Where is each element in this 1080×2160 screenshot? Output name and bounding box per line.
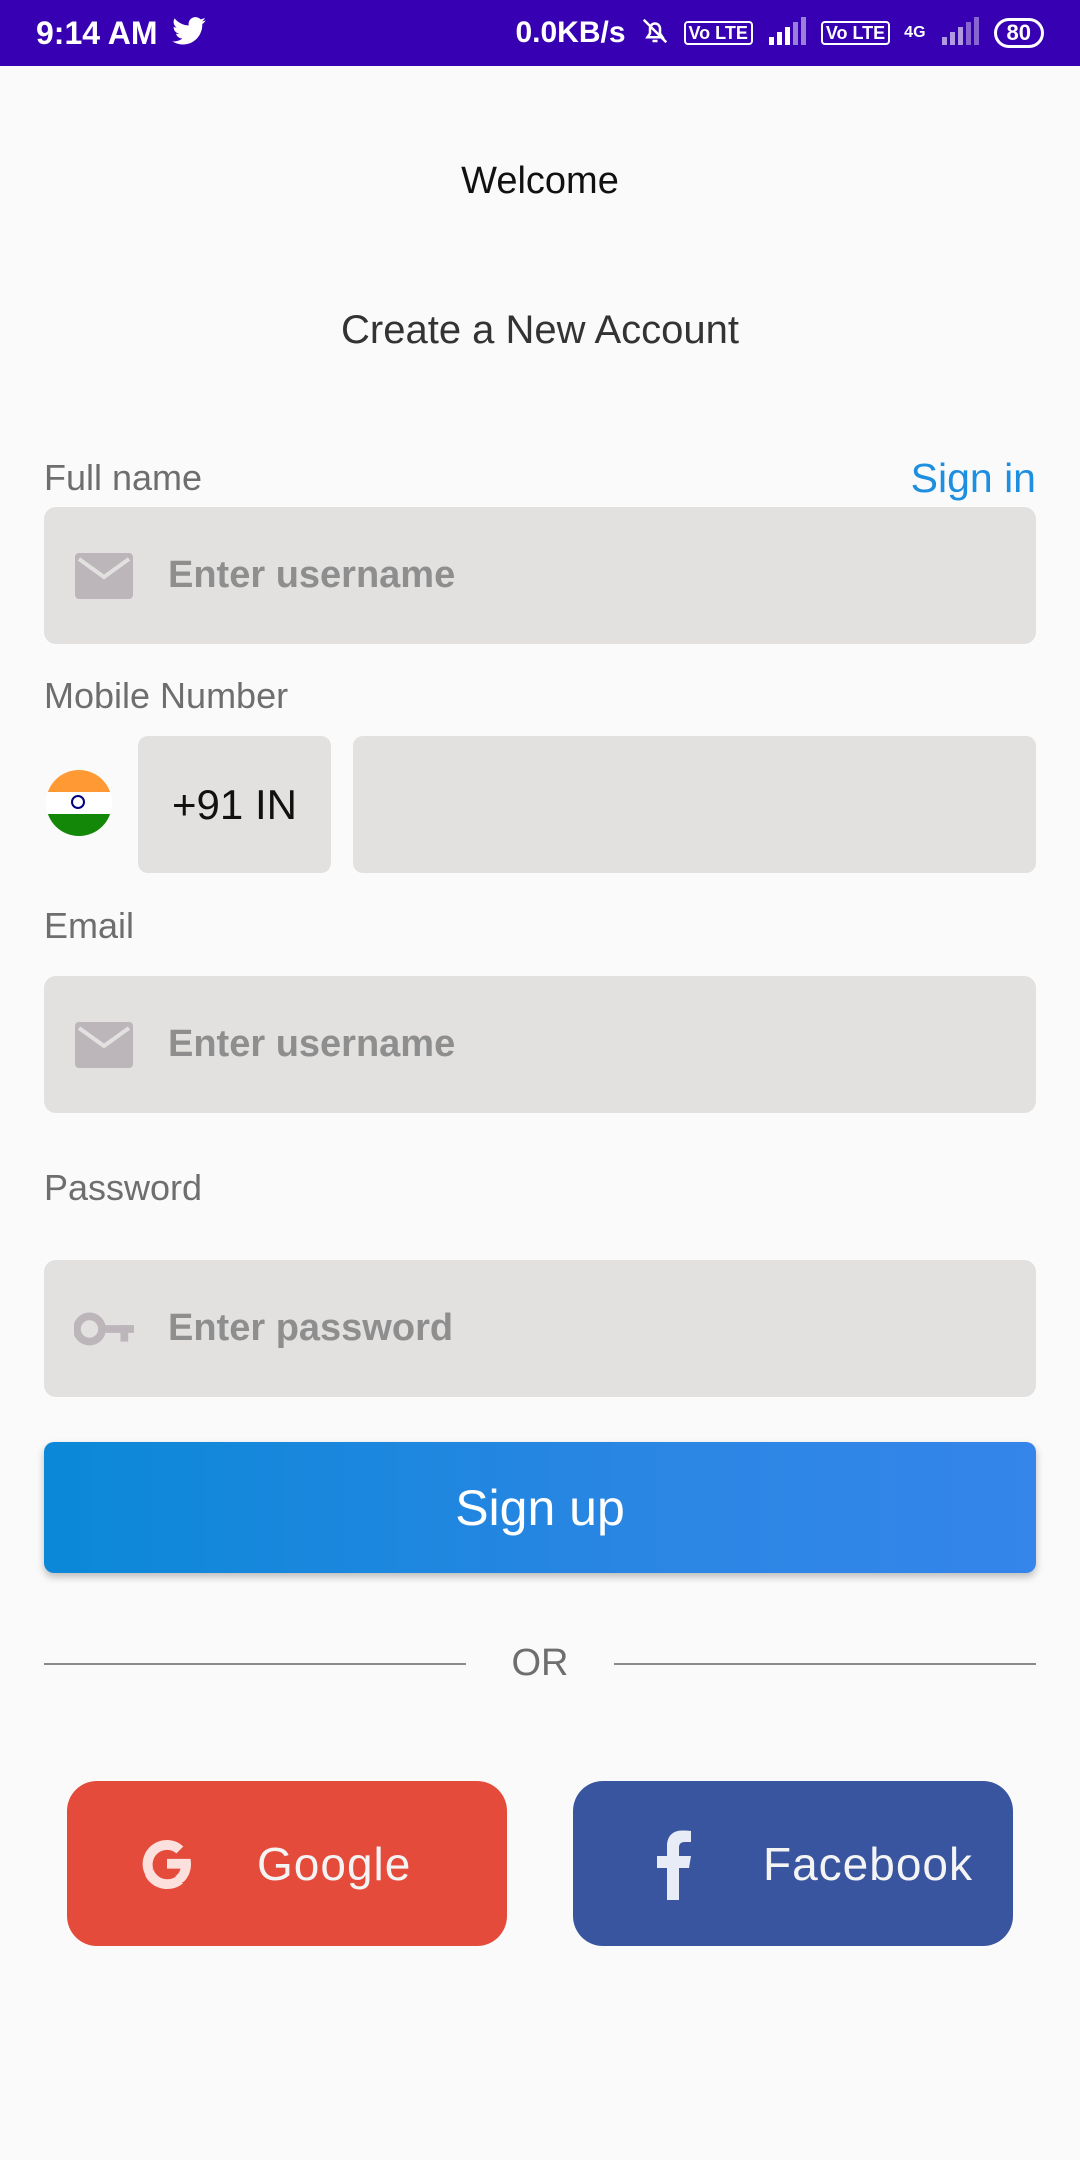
mail-icon xyxy=(74,1015,134,1075)
status-bar-right: 0.0KB/s Vo LTE Vo LTE 4G 80 xyxy=(515,16,1044,51)
full-name-label: Full name xyxy=(44,457,203,498)
google-icon xyxy=(127,1831,207,1897)
google-label: Google xyxy=(257,1837,412,1890)
email-field[interactable] xyxy=(44,975,1036,1114)
country-code-selector[interactable]: +91 IN xyxy=(138,736,331,873)
twitter-icon xyxy=(171,16,206,50)
email-input[interactable] xyxy=(166,975,1036,1114)
country-code-text: +91 IN xyxy=(172,780,297,828)
full-name-input[interactable] xyxy=(166,506,1036,645)
facebook-icon xyxy=(633,1828,713,1900)
sign-in-link[interactable]: Sign in xyxy=(911,455,1036,502)
sign-up-button[interactable]: Sign up xyxy=(44,1442,1036,1573)
mobile-number-input[interactable] xyxy=(353,736,1036,873)
mail-icon xyxy=(74,546,134,606)
net-speed: 0.0KB/s xyxy=(515,16,626,49)
volte-badge-1: Vo LTE xyxy=(683,21,753,45)
google-signin-button[interactable]: Google xyxy=(67,1781,507,1946)
welcome-title: Welcome xyxy=(461,160,619,202)
facebook-signin-button[interactable]: Facebook xyxy=(573,1781,1013,1946)
india-flag-icon[interactable] xyxy=(46,770,112,836)
signal-icon-2 xyxy=(940,16,980,50)
flag-chakra xyxy=(71,795,85,809)
facebook-label: Facebook xyxy=(763,1837,974,1890)
full-name-field[interactable] xyxy=(44,506,1036,645)
network-type: 4G xyxy=(904,24,926,41)
key-icon xyxy=(74,1299,134,1359)
sign-up-label: Sign up xyxy=(455,1479,625,1536)
password-field[interactable] xyxy=(44,1259,1036,1398)
status-time: 9:14 AM xyxy=(36,14,158,51)
bell-off-icon xyxy=(640,16,670,51)
status-bar: 9:14 AM 0.0KB/s Vo LTE Vo LTE 4G 80 xyxy=(0,0,1080,66)
mobile-number-label: Mobile Number xyxy=(44,675,289,716)
mobile-number-field[interactable] xyxy=(353,736,1036,873)
status-bar-left: 9:14 AM xyxy=(36,15,206,52)
page-subtitle: Create a New Account xyxy=(341,308,739,352)
signal-icon xyxy=(767,16,807,50)
battery-indicator: 80 xyxy=(993,18,1044,48)
email-label: Email xyxy=(44,905,135,946)
password-label: Password xyxy=(44,1167,203,1208)
password-input[interactable] xyxy=(166,1259,1036,1398)
volte-badge-2: Vo LTE xyxy=(820,21,891,45)
divider-right xyxy=(614,1663,1036,1665)
